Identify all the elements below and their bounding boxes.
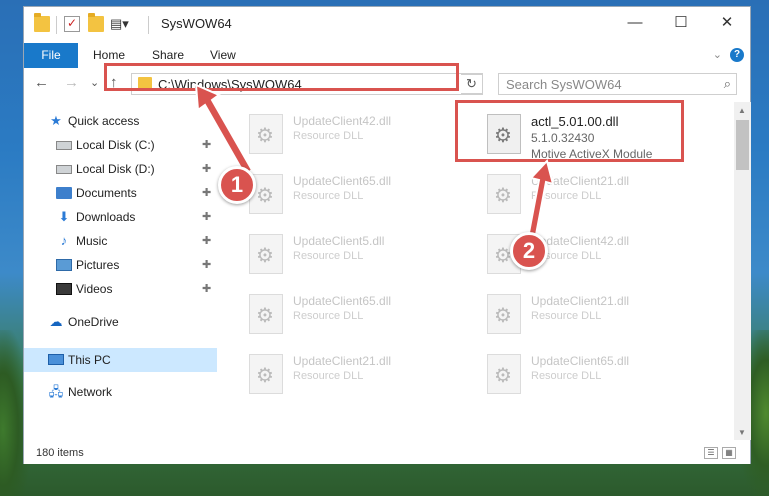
arrow-1: [194, 83, 254, 177]
annotation-arrows: [194, 83, 555, 242]
step-1-badge: 1: [218, 166, 256, 204]
arrow-2: [526, 158, 555, 242]
step-2-badge: 2: [510, 232, 548, 270]
